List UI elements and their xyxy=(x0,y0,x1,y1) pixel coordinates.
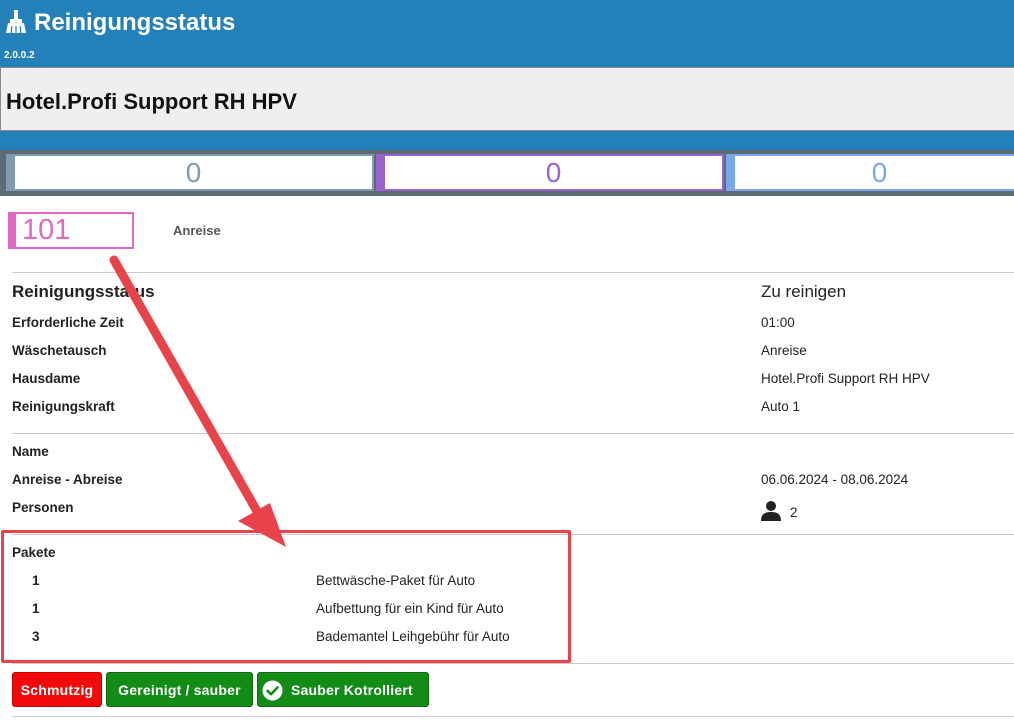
dirty-button[interactable]: Schmutzig xyxy=(12,672,102,707)
check-circle-icon xyxy=(262,680,283,701)
clean-checked-button[interactable]: Sauber Kotrolliert xyxy=(257,672,429,707)
clean-checked-label: Sauber Kotrolliert xyxy=(291,682,413,698)
cleaning-status-page: Reinigungsstatus 2.0.0.2 Hotel.Profi Sup… xyxy=(0,0,1014,721)
annotation-arrow xyxy=(109,255,286,547)
cleaned-button[interactable]: Gereinigt / sauber xyxy=(106,672,253,707)
